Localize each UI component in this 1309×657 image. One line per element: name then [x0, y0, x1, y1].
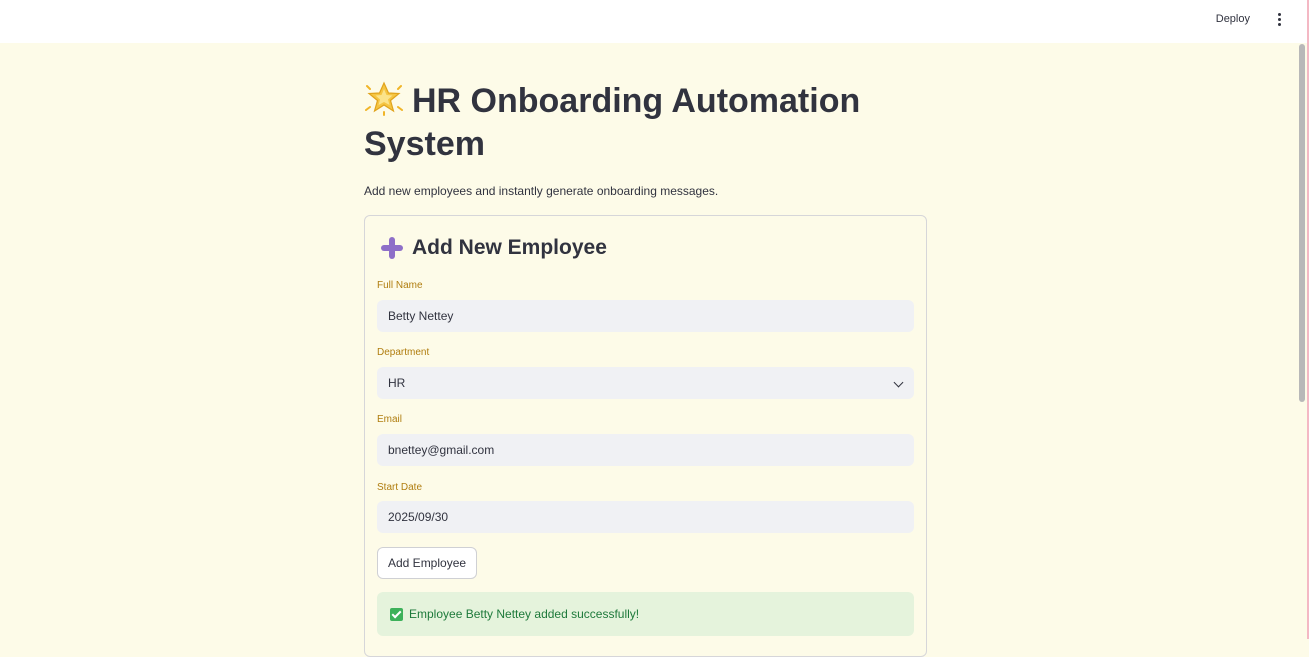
plus-icon [380, 236, 404, 260]
start-date-label: Start Date [377, 482, 423, 493]
success-alert: Employee Betty Nettey added successfully… [377, 592, 914, 636]
check-mark-icon [390, 607, 403, 621]
email-input[interactable]: bnettey@gmail.com [377, 434, 914, 466]
main-menu-vertical-dots-icon[interactable] [1274, 11, 1284, 27]
chevron-down-icon [893, 377, 904, 388]
form-title: Add New Employee [380, 236, 607, 260]
page-scrollbar[interactable] [1299, 44, 1305, 402]
department-selected-value: HR [388, 376, 406, 390]
page-title-text: HR Onboarding Automation System [364, 82, 861, 163]
email-label: Email [377, 414, 403, 425]
full-name-input[interactable]: Betty Nettey [377, 300, 914, 332]
top-toolbar: Deploy [0, 0, 1309, 43]
full-name-label: Full Name [377, 280, 423, 291]
main-content: HR Onboarding Automation System Add new … [364, 80, 927, 657]
department-select[interactable]: HR [377, 367, 914, 399]
glowing-star-icon [365, 81, 403, 116]
add-employee-button[interactable]: Add Employee [377, 547, 478, 579]
deploy-button[interactable]: Deploy [1214, 10, 1252, 28]
add-employee-form: Add New Employee Full Name Betty Nettey … [364, 215, 927, 657]
page-subtitle: Add new employees and instantly generate… [364, 184, 719, 198]
form-title-text: Add New Employee [412, 236, 607, 259]
page-title: HR Onboarding Automation System [364, 80, 927, 166]
success-message: Employee Betty Nettey added successfully… [409, 607, 640, 621]
department-label: Department [377, 347, 430, 358]
start-date-input[interactable]: 2025/09/30 [377, 501, 914, 533]
